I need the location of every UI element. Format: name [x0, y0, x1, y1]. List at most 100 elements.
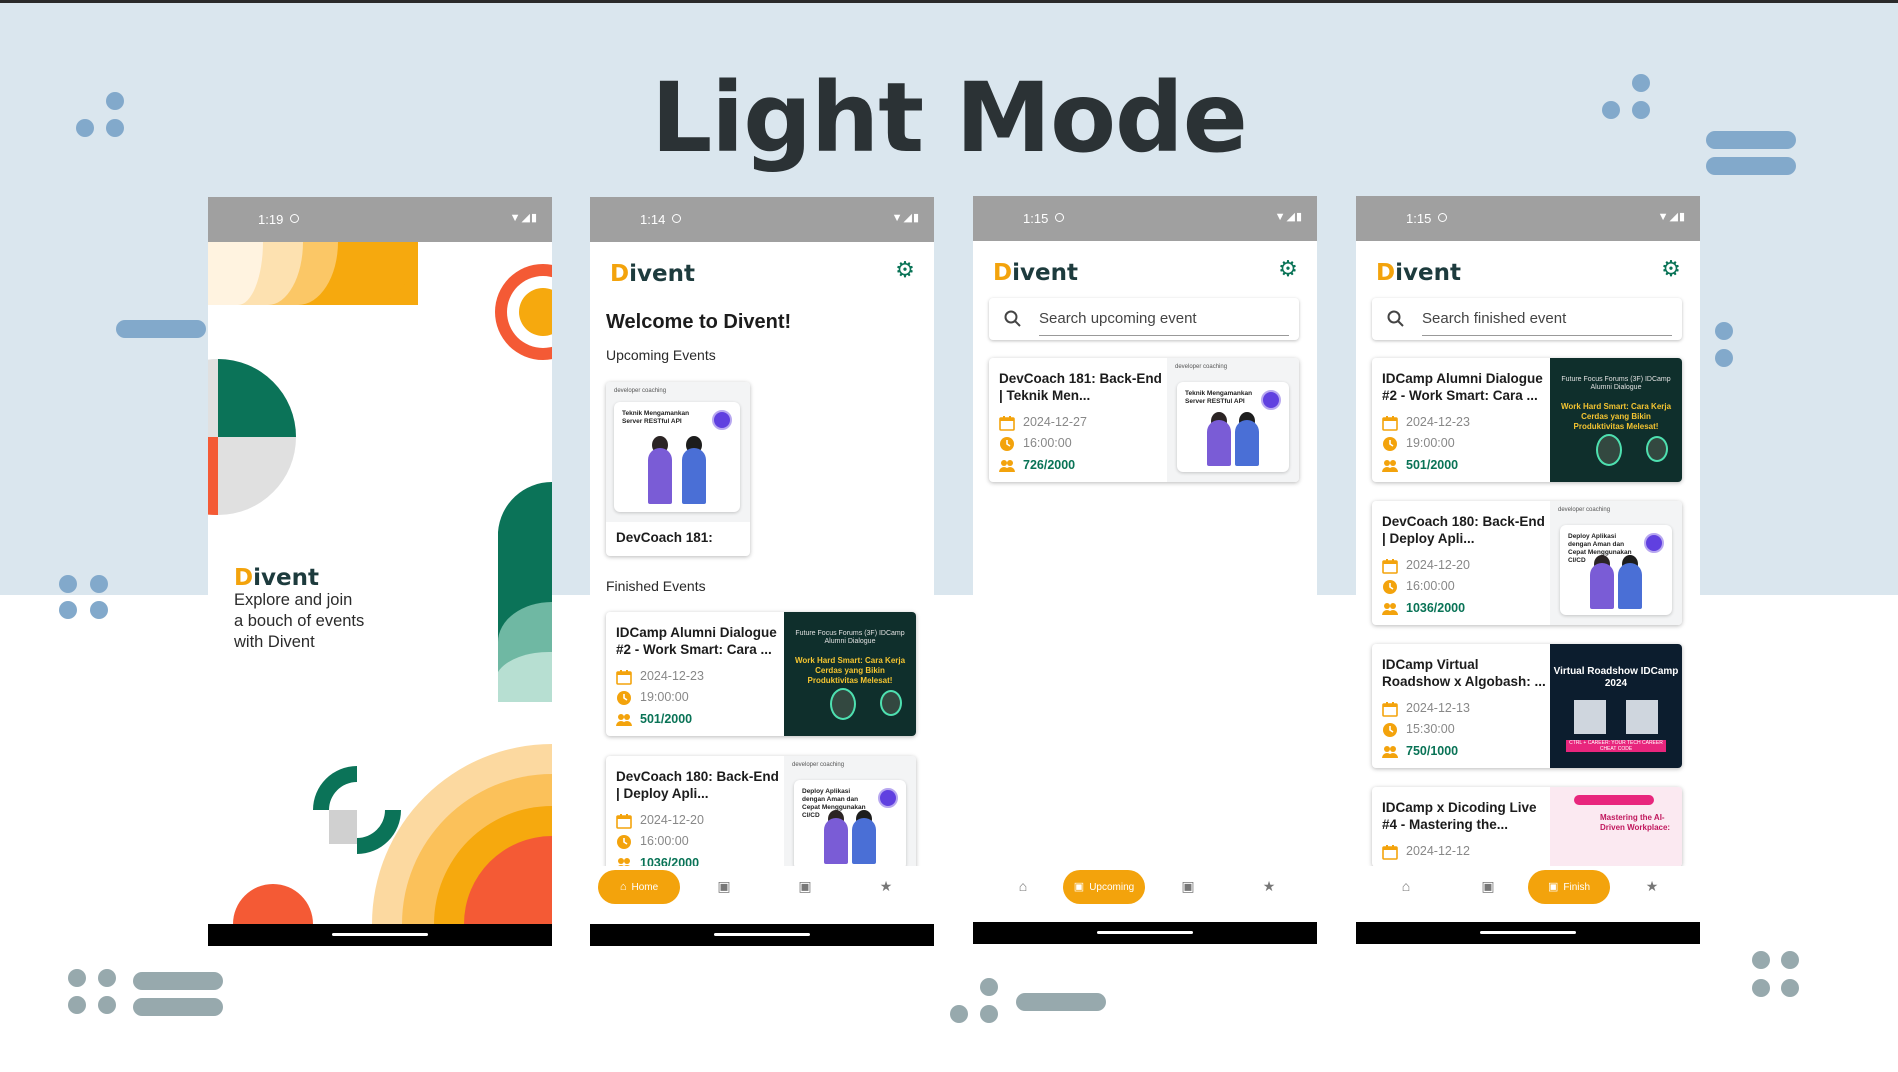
clock-icon — [617, 690, 631, 705]
system-icons: ▼◢▮ — [1657, 211, 1686, 223]
clock-icon — [1000, 436, 1014, 451]
people-icon — [999, 459, 1015, 472]
deco-pill — [1706, 131, 1796, 149]
deco-pill — [133, 972, 223, 990]
deco-dot — [68, 969, 86, 987]
event-date: 2024-12-20 — [1382, 557, 1470, 574]
calendar-icon — [1382, 844, 1398, 860]
deco-dot — [68, 996, 86, 1014]
event-card[interactable]: IDCamp Alumni Dialogue #2 - Work Smart: … — [606, 612, 916, 736]
nav-upcoming-icon[interactable]: ▣ — [1478, 876, 1498, 896]
nav-favorite-icon[interactable]: ★ — [876, 876, 896, 896]
event-card[interactable]: DevCoach 181: Back-End | Teknik Men... 2… — [989, 358, 1299, 482]
people-icon — [1382, 459, 1398, 472]
status-time: 1:15 — [1023, 211, 1049, 226]
calendar-check-icon: ▣ — [1547, 881, 1559, 893]
event-thumbnail: Virtual Roadshow IDCamp 2024 CTRL + CARE… — [1550, 644, 1682, 768]
event-title: IDCamp Alumni Dialogue #2 - Work Smart: … — [616, 625, 777, 657]
event-title: DevCoach 181: Back-End | Teknik Men... — [999, 371, 1162, 403]
home-handle[interactable] — [1480, 931, 1576, 934]
search-icon — [1387, 310, 1404, 327]
app-logo: Divent — [234, 565, 319, 591]
event-time: 16:00:00 — [1382, 578, 1455, 594]
event-quota: 726/2000 — [999, 457, 1075, 473]
deco-pill — [1016, 993, 1106, 1011]
nav-home-tab[interactable]: ⌂ Home — [598, 870, 680, 904]
people-icon — [616, 713, 632, 726]
gear-icon[interactable]: ⚙ — [894, 259, 916, 281]
nav-home-icon[interactable]: ⌂ — [1396, 876, 1416, 896]
event-quota: 1036/2000 — [1382, 600, 1465, 616]
clock-icon — [1383, 436, 1397, 451]
deco-dot — [1781, 979, 1799, 997]
deco-dot — [1752, 979, 1770, 997]
event-thumbnail: Future Focus Forums (3F) IDCamp Alumni D… — [784, 612, 916, 736]
people-icon — [1382, 745, 1398, 758]
event-card[interactable]: DevCoach 180: Back-End | Deploy Apli... … — [606, 756, 916, 880]
event-title: IDCamp Virtual Roadshow x Algobash: ... — [1382, 657, 1546, 689]
deco-pill — [1706, 157, 1796, 175]
home-handle[interactable] — [1097, 931, 1193, 934]
event-card[interactable]: IDCamp Virtual Roadshow x Algobash: ... … — [1372, 644, 1682, 768]
event-title: DevCoach 181: — [616, 530, 713, 545]
event-date: 2024-12-27 — [999, 414, 1087, 431]
search-bar[interactable]: Search finished event — [1372, 298, 1682, 340]
nav-finish-icon[interactable]: ▣ — [795, 876, 815, 896]
nav-favorite-icon[interactable]: ★ — [1259, 876, 1279, 896]
nav-favorite-icon[interactable]: ★ — [1642, 876, 1662, 896]
search-bar[interactable]: Search upcoming event — [989, 298, 1299, 340]
event-title: DevCoach 180: Back-End | Deploy Apli... — [1382, 514, 1545, 546]
home-handle[interactable] — [332, 933, 428, 936]
event-title: IDCamp Alumni Dialogue #2 - Work Smart: … — [1382, 371, 1543, 403]
event-quota: 501/2000 — [1382, 457, 1458, 473]
deco-dot — [1715, 322, 1733, 340]
nav-upcoming-tab[interactable]: ▣ Upcoming — [1063, 870, 1145, 904]
gear-icon[interactable]: ⚙ — [1660, 258, 1682, 280]
system-icons: ▼◢▮ — [1274, 211, 1303, 223]
deco-pill — [133, 998, 223, 1016]
search-input[interactable]: Search upcoming event — [1039, 310, 1197, 327]
splash-tagline: Explore and join a bouch of events with … — [234, 591, 365, 651]
deco-dot — [1752, 951, 1770, 969]
nav-finish-tab[interactable]: ▣ Finish — [1528, 870, 1610, 904]
gear-icon[interactable]: ⚙ — [1277, 258, 1299, 280]
event-thumbnail: developer coaching Teknik Mengamankan Se… — [1167, 358, 1299, 482]
event-card[interactable]: IDCamp x Dicoding Live #4 - Mastering th… — [1372, 787, 1682, 867]
event-date: 2024-12-23 — [1382, 414, 1470, 431]
event-date: 2024-12-20 — [616, 812, 704, 829]
event-thumbnail: Mastering the AI-Driven Workplace: — [1550, 787, 1682, 867]
search-input[interactable]: Search finished event — [1422, 310, 1566, 327]
deco-dot — [1715, 349, 1733, 367]
system-icons: ▼◢▮ — [509, 212, 538, 224]
welcome-heading: Welcome to Divent! — [606, 311, 792, 333]
calendar-icon — [1382, 415, 1398, 431]
event-date: 2024-12-12 — [1382, 843, 1470, 860]
nav-upcoming-icon[interactable]: ▣ — [714, 876, 734, 896]
upcoming-event-card[interactable]: developer coaching Teknik Mengamankan Se… — [606, 382, 750, 556]
nav-finish-icon[interactable]: ▣ — [1178, 876, 1198, 896]
nav-home-icon[interactable]: ⌂ — [1013, 876, 1033, 896]
clock-icon — [1383, 579, 1397, 594]
deco-dot — [90, 575, 108, 593]
deco-dot — [106, 119, 124, 137]
home-handle[interactable] — [714, 933, 810, 936]
event-thumbnail: Future Focus Forums (3F) IDCamp Alumni D… — [1550, 358, 1682, 482]
deco-dot — [1602, 101, 1620, 119]
phone-splash: 1:19 ▼◢▮ Divent Explore and join a bouch… — [208, 197, 552, 946]
system-nav-bar — [208, 924, 552, 946]
deco-dot — [1632, 101, 1650, 119]
status-time: 1:14 — [640, 212, 666, 227]
app-logo: Divent — [993, 260, 1078, 286]
deco-dot — [98, 996, 116, 1014]
event-time: 19:00:00 — [616, 689, 689, 705]
system-nav-bar — [590, 924, 934, 946]
search-icon — [1004, 310, 1021, 327]
status-time: 1:15 — [1406, 211, 1432, 226]
app-logo: Divent — [1376, 260, 1461, 286]
event-card[interactable]: IDCamp Alumni Dialogue #2 - Work Smart: … — [1372, 358, 1682, 482]
event-card[interactable]: DevCoach 180: Back-End | Deploy Apli... … — [1372, 501, 1682, 625]
bottom-navigation: ⌂ ▣ Upcoming ▣ ★ — [973, 866, 1317, 914]
deco-dot — [59, 575, 77, 593]
calendar-icon — [999, 415, 1015, 431]
deco-dot — [106, 92, 124, 110]
